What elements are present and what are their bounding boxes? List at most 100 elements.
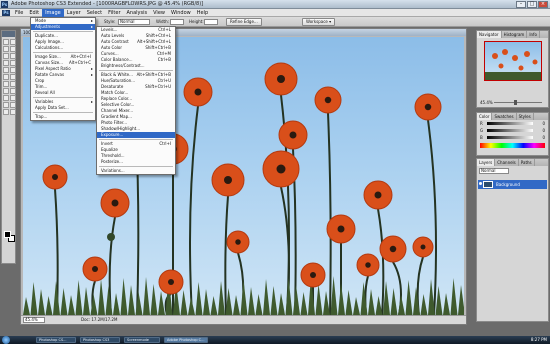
tab-channels[interactable]: Channels bbox=[495, 159, 519, 166]
menu-edit[interactable]: Edit bbox=[26, 9, 42, 17]
tab-navigator[interactable]: Navigator bbox=[477, 31, 502, 38]
color-channel-g[interactable]: G 0 bbox=[477, 127, 548, 134]
grass-blade bbox=[233, 295, 240, 315]
foreground-color-swatch[interactable] bbox=[4, 231, 11, 238]
channel-r-bar[interactable] bbox=[487, 122, 533, 125]
path-select-icon[interactable] bbox=[3, 88, 9, 94]
hand-tool-icon[interactable] bbox=[3, 109, 9, 115]
taskbar-button-4[interactable]: Adobe Photoshop C... bbox=[164, 337, 208, 343]
pen-tool-icon[interactable] bbox=[3, 95, 9, 101]
channel-b-bar[interactable] bbox=[487, 136, 533, 139]
channel-g-value[interactable]: 0 bbox=[542, 127, 545, 134]
eraser-tool-icon[interactable] bbox=[3, 74, 9, 80]
tab-paths[interactable]: Paths bbox=[519, 159, 535, 166]
color-channel-b[interactable]: B 0 bbox=[477, 134, 548, 141]
slice-tool-icon[interactable] bbox=[10, 53, 16, 59]
lasso-tool-icon[interactable] bbox=[3, 46, 9, 52]
history-brush-icon[interactable] bbox=[10, 67, 16, 73]
menu-window[interactable]: Window bbox=[168, 9, 194, 17]
adjustments-menu-item-exposure[interactable]: Exposure... bbox=[97, 132, 175, 138]
minimize-button[interactable]: – bbox=[516, 1, 526, 8]
grass-blade bbox=[398, 295, 405, 315]
blur-tool-icon[interactable] bbox=[3, 81, 9, 87]
app-icon[interactable]: Ps bbox=[2, 9, 10, 16]
color-channel-r[interactable]: R 0 bbox=[477, 120, 548, 127]
tab-color[interactable]: Color bbox=[477, 113, 493, 120]
tab-styles[interactable]: Styles bbox=[517, 113, 534, 120]
layer-visibility-eye-icon[interactable] bbox=[479, 182, 482, 185]
taskbar-button-3[interactable]: Screenmode bbox=[124, 337, 160, 343]
menu-select[interactable]: Select bbox=[84, 9, 105, 17]
tab-swatches[interactable]: Swatches bbox=[492, 113, 517, 120]
menu-image[interactable]: Image bbox=[42, 8, 64, 17]
menu-help[interactable]: Help bbox=[194, 9, 211, 17]
marquee-tool-icon[interactable] bbox=[10, 39, 16, 45]
clone-stamp-icon[interactable] bbox=[3, 67, 9, 73]
image-menu-item-trap[interactable]: Trap... bbox=[31, 114, 95, 120]
width-field[interactable] bbox=[170, 19, 184, 25]
menu-analysis[interactable]: Analysis bbox=[124, 9, 151, 17]
layer-row[interactable]: Background bbox=[478, 180, 547, 189]
menu-filter[interactable]: Filter bbox=[105, 9, 123, 17]
grass-blade bbox=[413, 287, 420, 315]
channel-r-value[interactable]: 0 bbox=[542, 120, 545, 127]
move-tool-icon[interactable] bbox=[3, 39, 9, 45]
adjustments-menu-item-brightness-contrast[interactable]: Brightness/Contrast... bbox=[97, 63, 175, 69]
zoom-slider-knob[interactable] bbox=[514, 100, 517, 105]
poppy-center bbox=[324, 96, 332, 104]
zoom-tool-icon[interactable] bbox=[10, 109, 16, 115]
healing-brush-icon[interactable] bbox=[3, 60, 9, 66]
menu-layer[interactable]: Layer bbox=[64, 9, 84, 17]
channel-b-value[interactable]: 0 bbox=[542, 134, 545, 141]
poppy-center bbox=[365, 262, 371, 268]
adjustments-menu-separator bbox=[99, 166, 173, 167]
poppy-center bbox=[168, 279, 174, 285]
close-button[interactable]: × bbox=[538, 1, 548, 8]
poppy-stem bbox=[189, 105, 199, 315]
height-field[interactable] bbox=[204, 19, 218, 25]
channel-g-bar[interactable] bbox=[487, 129, 533, 132]
grass-blade bbox=[405, 280, 413, 315]
menu-view[interactable]: View bbox=[150, 9, 168, 17]
navigator-preview[interactable] bbox=[483, 41, 542, 81]
taskbar-button-2[interactable]: Photoshop CS3 bbox=[80, 337, 120, 343]
type-tool-icon[interactable] bbox=[10, 88, 16, 94]
toolbox bbox=[1, 30, 16, 264]
poppy-center bbox=[277, 75, 285, 83]
adjustments-menu-item-posterize[interactable]: Posterize... bbox=[97, 159, 175, 165]
maximize-button[interactable]: □ bbox=[527, 1, 537, 8]
adjustments-menu-item-variations[interactable]: Variations... bbox=[97, 168, 175, 174]
notes-tool-icon[interactable] bbox=[3, 102, 9, 108]
image-menu-item-calculations[interactable]: Calculations... bbox=[31, 45, 95, 51]
menu-file[interactable]: File bbox=[12, 9, 26, 17]
blend-mode-select[interactable]: Normal bbox=[479, 168, 509, 174]
eyedropper-tool-icon[interactable] bbox=[10, 102, 16, 108]
tab-info[interactable]: Info bbox=[527, 31, 540, 38]
refine-edge-button[interactable]: Refine Edge... bbox=[226, 18, 262, 26]
dodge-tool-icon[interactable] bbox=[10, 81, 16, 87]
poppy-center bbox=[310, 272, 316, 278]
grass-blade bbox=[285, 278, 293, 315]
image-menu-item-reveal-all[interactable]: Reveal All bbox=[31, 90, 95, 96]
zoom-field[interactable]: 45.4% bbox=[23, 317, 45, 323]
start-button-icon[interactable] bbox=[2, 336, 10, 344]
grass-blade bbox=[203, 289, 210, 315]
shape-tool-icon[interactable] bbox=[10, 95, 16, 101]
taskbar-button-1[interactable]: Photoshop CS... bbox=[36, 337, 76, 343]
workspace-button[interactable]: Workspace ▾ bbox=[302, 18, 336, 26]
image-menu-item-apply-data-set[interactable]: Apply Data Set... bbox=[31, 105, 95, 111]
color-spectrum[interactable] bbox=[480, 143, 545, 148]
layer-name: Background bbox=[496, 182, 520, 187]
adjustments-menu-item-label: Desaturate bbox=[101, 84, 124, 89]
brush-tool-icon[interactable] bbox=[10, 60, 16, 66]
style-select[interactable]: Normal bbox=[118, 19, 150, 25]
tab-layers[interactable]: Layers bbox=[477, 159, 496, 166]
crop-tool-icon[interactable] bbox=[3, 53, 9, 59]
magic-wand-tool-icon[interactable] bbox=[10, 46, 16, 52]
tab-histogram[interactable]: Histogram bbox=[502, 31, 528, 38]
photoshop-logo-icon: Ps bbox=[1, 1, 8, 8]
image-menu-item-adjustments[interactable]: Adjustments ▸ bbox=[31, 24, 95, 30]
grass-blade bbox=[248, 287, 255, 315]
navigator-zoom-slider[interactable]: 45.4% bbox=[480, 100, 546, 105]
gradient-tool-icon[interactable] bbox=[10, 74, 16, 80]
